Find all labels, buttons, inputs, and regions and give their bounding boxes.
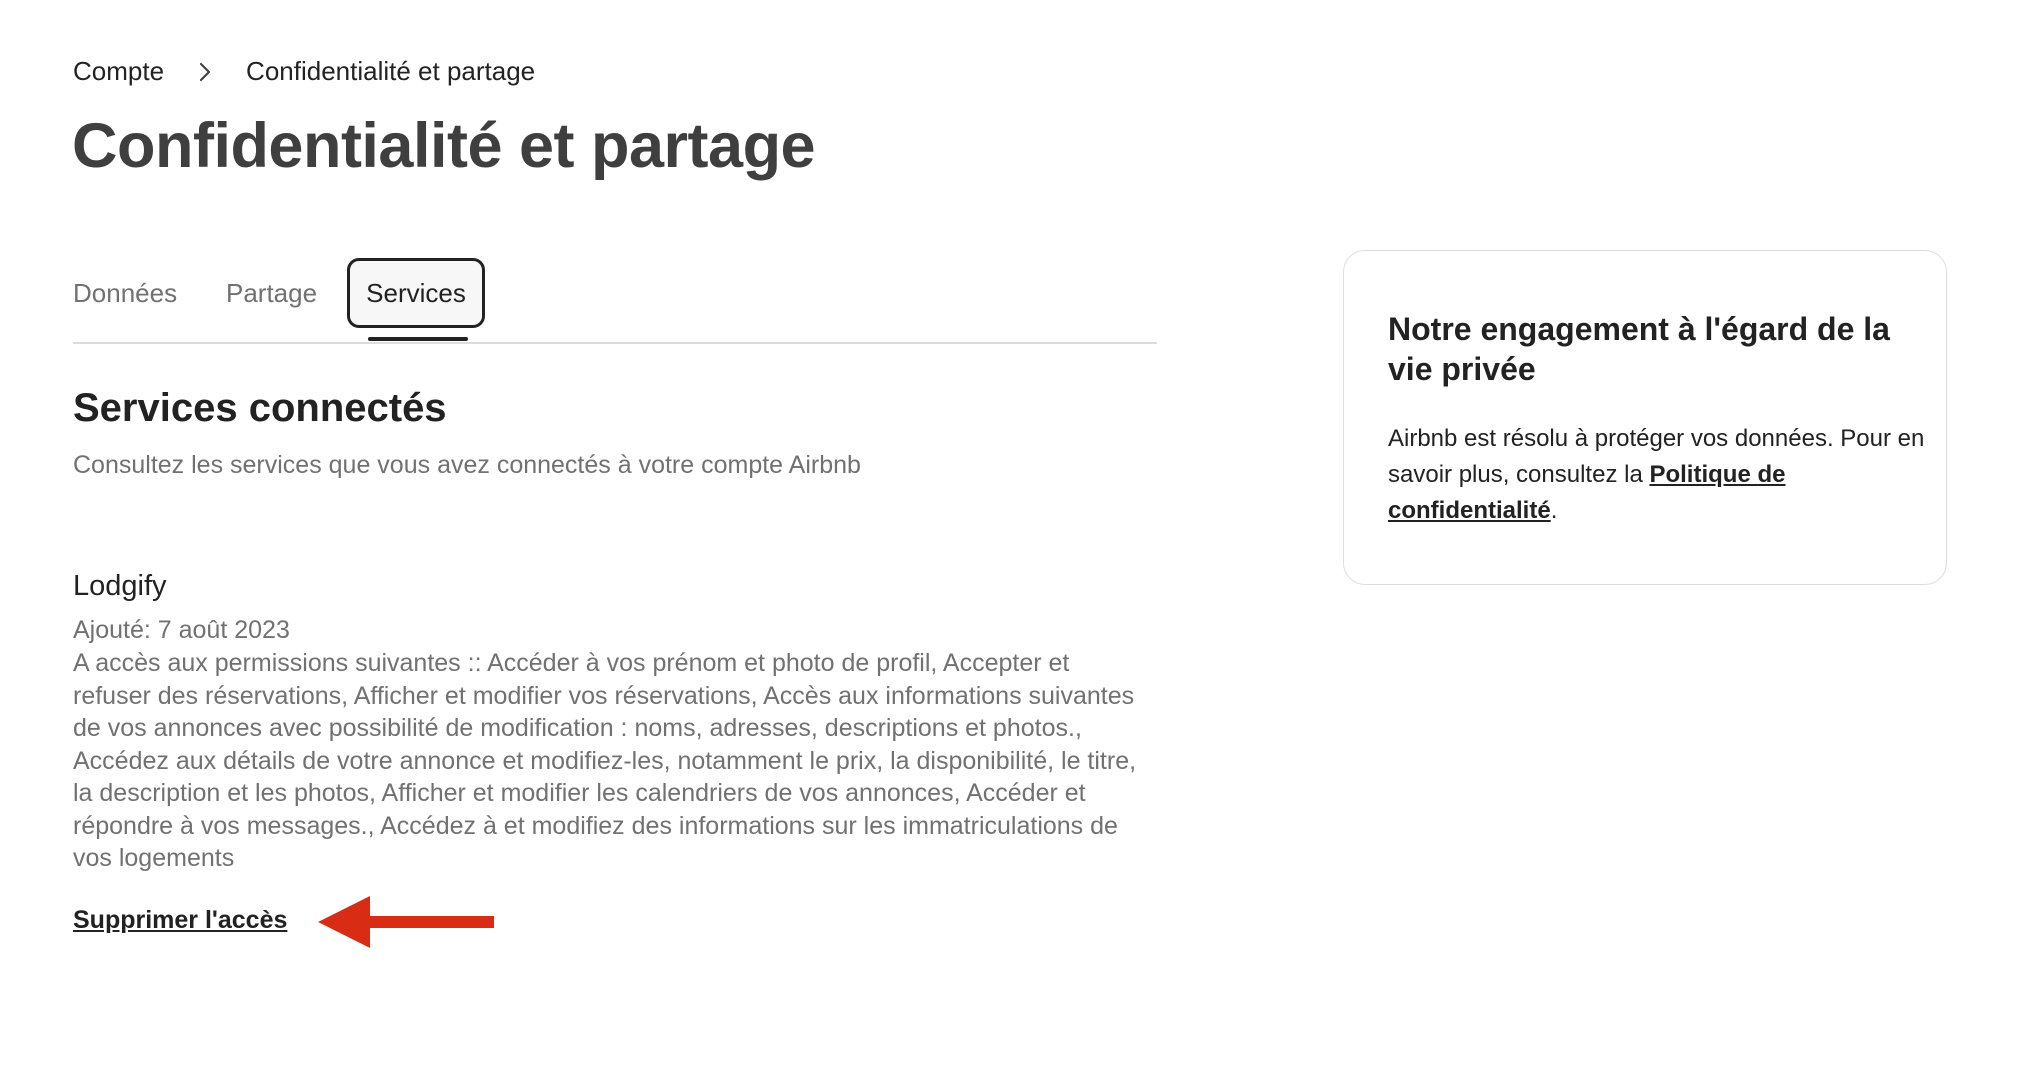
breadcrumb-current: Confidentialité et partage xyxy=(246,56,536,86)
page-title: Confidentialité et partage xyxy=(72,111,816,181)
tab-services[interactable]: Services xyxy=(347,258,485,328)
chevron-right-icon xyxy=(198,61,212,83)
card-body-period: . xyxy=(1550,497,1558,524)
active-tab-indicator xyxy=(368,337,468,341)
section-title: Services connectés xyxy=(73,386,447,430)
tab-partage[interactable]: Partage xyxy=(226,278,317,309)
breadcrumb: Compte Confidentialité et partage xyxy=(73,56,535,87)
card-title: Notre engagement à l'égard de la vie pri… xyxy=(1388,311,1890,387)
service-name: Lodgify xyxy=(73,570,167,602)
tab-donnees[interactable]: Données xyxy=(73,278,177,309)
remove-access-link[interactable]: Supprimer l'accès xyxy=(73,906,287,935)
card-body: Airbnb est résolu à protéger vos données… xyxy=(1388,421,1928,529)
red-arrow-left-icon xyxy=(318,896,494,953)
breadcrumb-account-link[interactable]: Compte xyxy=(73,56,164,87)
privacy-commitment-card: Notre engagement à l'égard de la vie pri… xyxy=(1343,250,1947,585)
service-permissions: A accès aux permissions suivantes :: Acc… xyxy=(73,649,1137,872)
service-added-date: Ajouté: 7 août 2023 xyxy=(73,616,290,644)
section-subtitle: Consultez les services que vous avez con… xyxy=(73,451,861,479)
tab-bar: Données Partage Services xyxy=(73,258,1157,344)
